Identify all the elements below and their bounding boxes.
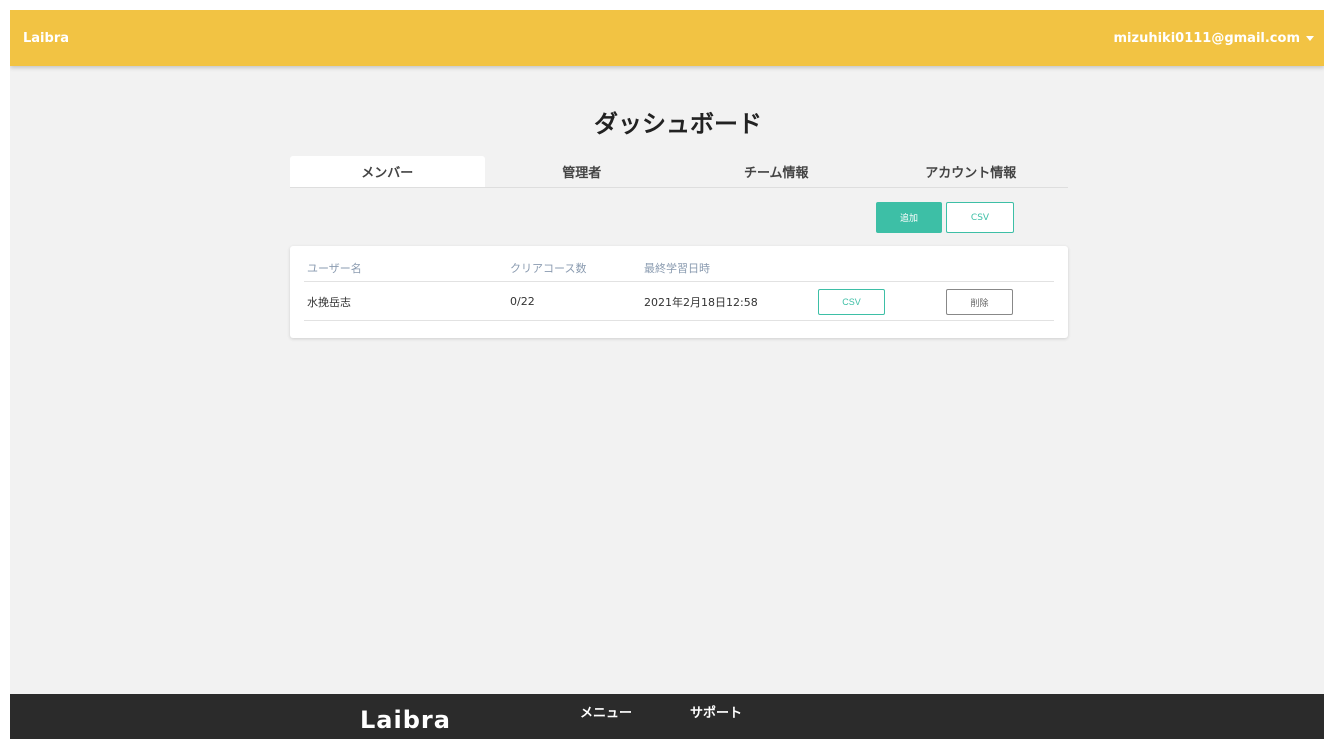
footer: Laibra メニュー サポート	[10, 694, 1324, 739]
table-header: ユーザー名 クリアコース数 最終学習日時	[304, 254, 1054, 282]
account-email: mizuhiki0111@gmail.com	[1113, 30, 1300, 46]
page-title: ダッシュボード	[594, 110, 762, 138]
row-delete-button[interactable]: 削除	[946, 289, 1013, 315]
user-name-cell: 水挽岳志	[307, 295, 351, 309]
add-member-button[interactable]: 追加	[876, 202, 942, 233]
member-actions: 追加 CSV	[876, 202, 1014, 233]
column-header-last-learned: 最終学習日時	[644, 261, 710, 275]
caret-down-icon	[1306, 35, 1314, 41]
tab-admins[interactable]: 管理者	[485, 156, 680, 187]
members-table: ユーザー名 クリアコース数 最終学習日時 水挽岳志 0/22 2021年2月18…	[290, 246, 1068, 338]
tab-team-info[interactable]: チーム情報	[679, 156, 874, 187]
footer-link-support[interactable]: サポート	[690, 702, 742, 721]
column-header-user-name: ユーザー名	[307, 261, 362, 275]
last-learned-cell: 2021年2月18日12:58	[644, 295, 758, 309]
brand-logo[interactable]: Laibra	[23, 31, 69, 46]
dashboard-tabs: メンバー 管理者 チーム情報 アカウント情報	[290, 156, 1068, 188]
column-header-cleared-courses: クリアコース数	[510, 261, 587, 275]
footer-brand-logo: Laibra	[360, 706, 451, 734]
account-dropdown[interactable]: mizuhiki0111@gmail.com	[1114, 31, 1314, 46]
footer-link-menu[interactable]: メニュー	[580, 702, 632, 721]
row-csv-button[interactable]: CSV	[818, 289, 885, 315]
cleared-courses-cell: 0/22	[510, 295, 535, 308]
table-row: 水挽岳志 0/22 2021年2月18日12:58 CSV 削除	[304, 283, 1054, 321]
app-frame: Laibra mizuhiki0111@gmail.com ダッシュボード メン…	[10, 10, 1324, 739]
tab-account-info[interactable]: アカウント情報	[874, 156, 1069, 187]
top-navbar: Laibra mizuhiki0111@gmail.com	[10, 10, 1324, 66]
export-csv-button[interactable]: CSV	[946, 202, 1014, 233]
tab-members[interactable]: メンバー	[290, 156, 485, 187]
